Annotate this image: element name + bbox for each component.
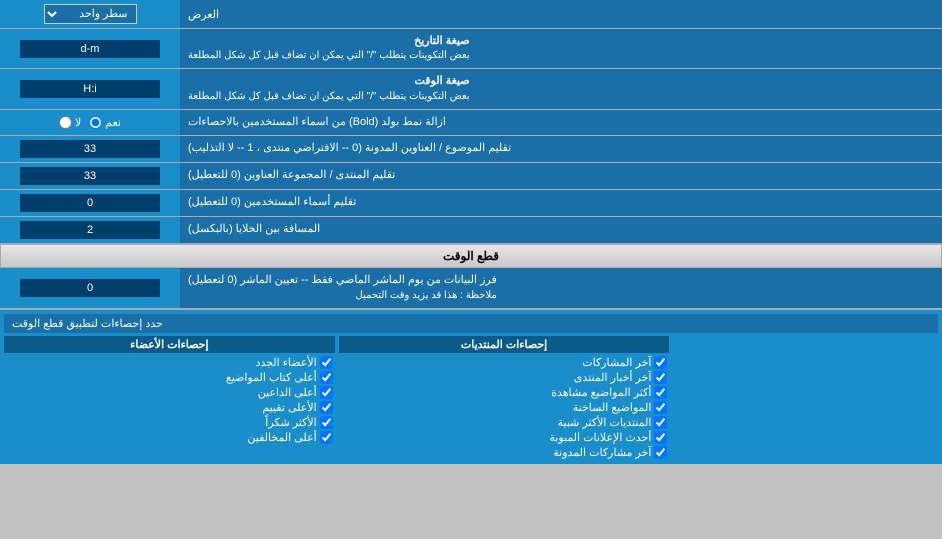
stats-item-top-posters: أعلى كتاب المواضيع bbox=[4, 370, 335, 385]
cell-spacing-row: المسافة بين الخلايا (بالبكسل) bbox=[0, 217, 942, 244]
stats-item-new-members: الأعضاء الجدد bbox=[4, 355, 335, 370]
bold-radio-yes[interactable] bbox=[89, 116, 102, 129]
forum-trim-input-cell bbox=[0, 163, 180, 189]
stats-item-top-inviters: أعلى الداعين bbox=[4, 385, 335, 400]
stats-item-top-rated: الأعلى تقييم bbox=[4, 400, 335, 415]
stats-item-last-posts: آخر المشاركات bbox=[339, 355, 670, 370]
chk-top-inviters[interactable] bbox=[320, 386, 333, 399]
stats-item-hot-topics: المواضيع الساخنة bbox=[339, 400, 670, 415]
cell-spacing-input[interactable] bbox=[20, 221, 160, 239]
subject-trim-input[interactable] bbox=[20, 140, 160, 158]
ard-select-cell: سطر واحد أكثر من سطر bbox=[0, 0, 180, 28]
bold-radio-cell: نعم لا bbox=[0, 110, 180, 135]
chk-hot-topics[interactable] bbox=[654, 401, 667, 414]
chk-top-violators[interactable] bbox=[320, 431, 333, 444]
stats-header: حدد إحصاءات لتطبيق قطع الوقت bbox=[4, 314, 938, 333]
chk-classifieds[interactable] bbox=[654, 431, 667, 444]
realtime-filter-label: فرز البيانات من يوم الماشر الماضي فقط --… bbox=[180, 268, 942, 307]
stats-forums-col: إحصاءات المنتديات آخر المشاركات آخر أخبا… bbox=[339, 336, 670, 460]
realtime-section-header: قطع الوقت bbox=[0, 244, 942, 268]
stats-item-most-liked-forums: المنتديات الأكثر شبية bbox=[339, 415, 670, 430]
bottom-stats-section: حدد إحصاءات لتطبيق قطع الوقت إحصاءات الم… bbox=[0, 309, 942, 464]
stats-members-col: إحصاءات الأعضاء الأعضاء الجدد أعلى كتاب … bbox=[4, 336, 335, 460]
chk-most-thanked[interactable] bbox=[320, 416, 333, 429]
time-format-row: صيغة الوقت بعض التكوينات يتطلب "/" التي … bbox=[0, 69, 942, 109]
chk-last-posts[interactable] bbox=[654, 356, 667, 369]
time-format-input[interactable] bbox=[20, 80, 160, 98]
chk-most-liked-forums[interactable] bbox=[654, 416, 667, 429]
stats-empty-col bbox=[673, 336, 938, 460]
bold-radio-no[interactable] bbox=[59, 116, 72, 129]
stats-forums-header: إحصاءات المنتديات bbox=[339, 336, 670, 353]
stats-item-classifieds: أحدث الإعلانات المبوبة bbox=[339, 430, 670, 445]
bold-radio-yes-label[interactable]: نعم bbox=[89, 116, 121, 129]
forum-trim-row: تقليم المنتدى / المجموعة العناوين (0 للت… bbox=[0, 163, 942, 190]
stats-item-top-violators: أعلى المخالفين bbox=[4, 430, 335, 445]
bold-row: ازالة نمط بولد (Bold) من اسماء المستخدمي… bbox=[0, 110, 942, 136]
stats-item-most-viewed: أكثر المواضيع مشاهدة bbox=[339, 385, 670, 400]
subject-trim-input-cell bbox=[0, 136, 180, 162]
realtime-filter-row: فرز البيانات من يوم الماشر الماضي فقط --… bbox=[0, 268, 942, 308]
date-format-row: صيغة التاريخ بعض التكوينات يتطلب "/" الت… bbox=[0, 29, 942, 69]
stats-members-header: إحصاءات الأعضاء bbox=[4, 336, 335, 353]
date-format-input[interactable] bbox=[20, 40, 160, 58]
forum-trim-label: تقليم المنتدى / المجموعة العناوين (0 للت… bbox=[180, 163, 942, 189]
ard-select[interactable]: سطر واحد أكثر من سطر bbox=[44, 4, 137, 24]
cell-spacing-label: المسافة بين الخلايا (بالبكسل) bbox=[180, 217, 942, 243]
usernames-trim-label: تقليم أسماء المستخدمين (0 للتعطيل) bbox=[180, 190, 942, 216]
usernames-trim-input-cell bbox=[0, 190, 180, 216]
ard-label: العرض bbox=[180, 0, 942, 28]
chk-most-viewed[interactable] bbox=[654, 386, 667, 399]
subject-trim-label: تقليم الموضوع / العناوين المدونة (0 -- ا… bbox=[180, 136, 942, 162]
date-format-input-cell bbox=[0, 29, 180, 68]
time-format-input-cell bbox=[0, 69, 180, 108]
stats-three-cols: إحصاءات المنتديات آخر المشاركات آخر أخبا… bbox=[4, 336, 938, 460]
usernames-trim-input[interactable] bbox=[20, 194, 160, 212]
chk-forum-news[interactable] bbox=[654, 371, 667, 384]
forum-trim-input[interactable] bbox=[20, 167, 160, 185]
time-format-label: صيغة الوقت بعض التكوينات يتطلب "/" التي … bbox=[180, 69, 942, 108]
chk-new-members[interactable] bbox=[320, 356, 333, 369]
cell-spacing-input-cell bbox=[0, 217, 180, 243]
ard-row: العرض سطر واحد أكثر من سطر bbox=[0, 0, 942, 29]
date-format-label: صيغة التاريخ بعض التكوينات يتطلب "/" الت… bbox=[180, 29, 942, 68]
realtime-filter-input[interactable] bbox=[20, 279, 160, 297]
stats-item-blog-posts: آخر مشاركات المدونة bbox=[339, 445, 670, 460]
bold-radio-no-label[interactable]: لا bbox=[59, 116, 81, 129]
chk-top-rated[interactable] bbox=[320, 401, 333, 414]
chk-top-posters[interactable] bbox=[320, 371, 333, 384]
stats-item-forum-news: آخر أخبار المنتدى bbox=[339, 370, 670, 385]
realtime-filter-input-cell bbox=[0, 268, 180, 307]
bold-label: ازالة نمط بولد (Bold) من اسماء المستخدمي… bbox=[180, 110, 942, 135]
chk-blog-posts[interactable] bbox=[654, 446, 667, 459]
subject-trim-row: تقليم الموضوع / العناوين المدونة (0 -- ا… bbox=[0, 136, 942, 163]
usernames-trim-row: تقليم أسماء المستخدمين (0 للتعطيل) bbox=[0, 190, 942, 217]
stats-item-most-thanked: الأكثر شكراً bbox=[4, 415, 335, 430]
